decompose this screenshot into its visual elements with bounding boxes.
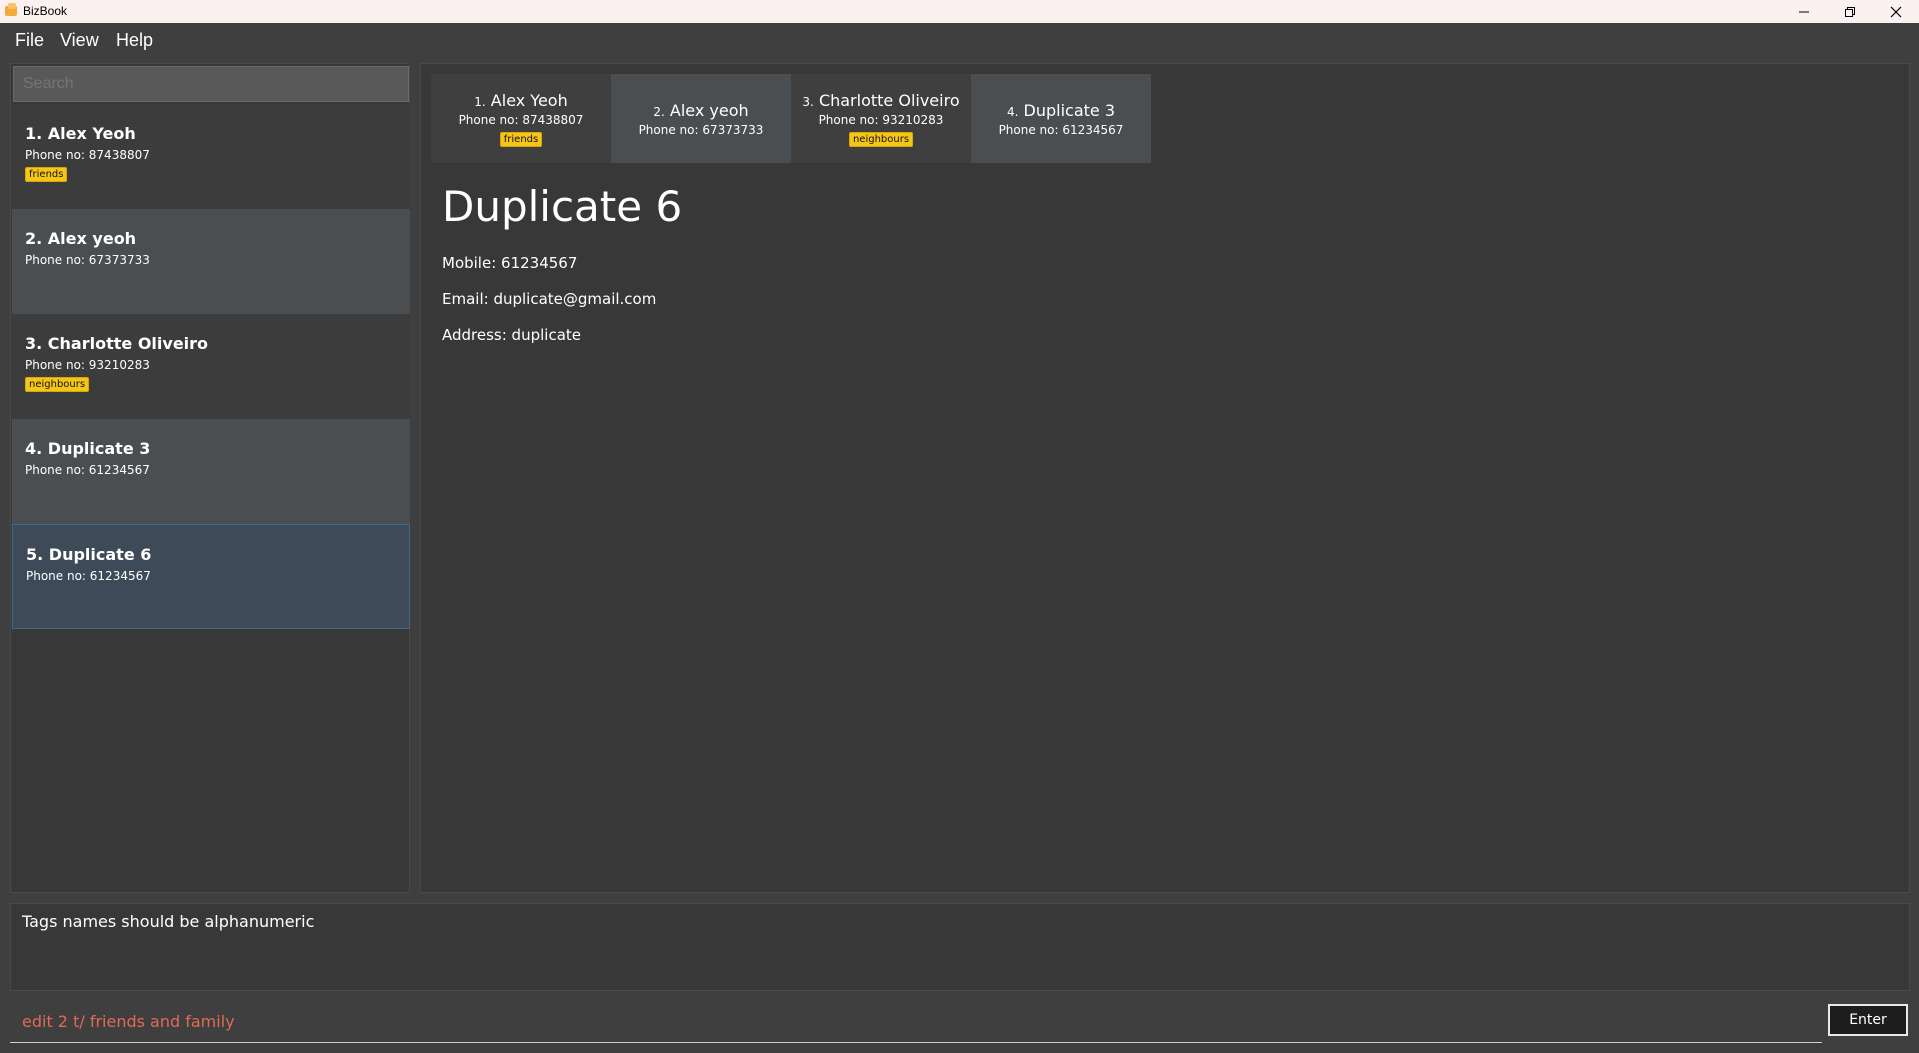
list-item[interactable]: 2. Alex yeoh Phone no: 67373733 — [12, 209, 410, 314]
tab-name: 2. Alex yeoh — [653, 101, 749, 120]
tag-badge: neighbours — [848, 132, 914, 147]
tab-phone: Phone no: 61234567 — [998, 123, 1124, 137]
detail-address: Address: duplicate — [442, 326, 581, 344]
card-phone: Phone no: 61234567 — [25, 463, 150, 477]
card-name: 2. Alex yeoh — [25, 229, 137, 248]
card-phone: Phone no: 93210283 — [25, 358, 150, 372]
tab-name: 4. Duplicate 3 — [1006, 101, 1116, 120]
card-name: 5. Duplicate 6 — [26, 545, 152, 564]
tab-phone: Phone no: 87438807 — [458, 113, 584, 127]
detail-name: Duplicate 6 — [442, 182, 683, 231]
tag-badge: neighbours — [25, 377, 90, 392]
detail-panel: 1. Alex Yeoh Phone no: 87438807 friends … — [420, 63, 1910, 893]
card-phone: Phone no: 61234567 — [26, 569, 151, 583]
title-bar: BizBook — [0, 0, 1919, 23]
list-item[interactable]: 4. Duplicate 3 Phone no: 61234567 — [12, 419, 410, 524]
menu-help[interactable]: Help — [116, 30, 153, 51]
person-list-panel: 1. Alex Yeoh Phone no: 87438807 friends … — [10, 63, 410, 893]
enter-button[interactable]: Enter — [1828, 1004, 1908, 1036]
tab-name: 3. Charlotte Oliveiro — [802, 91, 960, 110]
detail-email: Email: duplicate@gmail.com — [442, 290, 657, 308]
tab-person[interactable]: 3. Charlotte Oliveiro Phone no: 93210283… — [791, 74, 971, 163]
tab-person[interactable]: 2. Alex yeoh Phone no: 67373733 — [611, 74, 791, 163]
menu-view[interactable]: View — [60, 30, 99, 51]
result-display: Tags names should be alphanumeric — [10, 903, 1910, 991]
minimize-icon[interactable] — [1781, 0, 1827, 23]
tab-phone: Phone no: 67373733 — [638, 123, 764, 137]
list-item[interactable]: 3. Charlotte Oliveiro Phone no: 93210283… — [12, 314, 410, 419]
tab-phone: Phone no: 93210283 — [818, 113, 944, 127]
close-icon[interactable] — [1873, 0, 1919, 23]
window-title: BizBook — [23, 4, 68, 18]
card-name: 1. Alex Yeoh — [25, 124, 136, 143]
command-input[interactable] — [10, 1001, 1822, 1043]
tag-badge: friends — [499, 132, 543, 147]
tab-person[interactable]: 1. Alex Yeoh Phone no: 87438807 friends — [431, 74, 611, 163]
card-phone: Phone no: 87438807 — [25, 148, 150, 162]
tag-badge: friends — [25, 167, 68, 182]
app-logo-icon — [5, 3, 17, 16]
card-name: 4. Duplicate 3 — [25, 439, 151, 458]
menu-file[interactable]: File — [15, 30, 44, 51]
command-box: Enter — [10, 998, 1910, 1048]
card-name: 3. Charlotte Oliveiro — [25, 334, 209, 353]
tab-person[interactable]: 4. Duplicate 3 Phone no: 61234567 — [971, 74, 1151, 163]
tab-name: 1. Alex Yeoh — [474, 91, 568, 110]
menu-bar: File View Help — [0, 23, 1919, 59]
list-item[interactable]: 1. Alex Yeoh Phone no: 87438807 friends — [12, 104, 410, 209]
restore-icon[interactable] — [1827, 0, 1873, 23]
detail-mobile: Mobile: 61234567 — [442, 254, 578, 272]
search-input[interactable] — [13, 66, 409, 102]
list-item-selected[interactable]: 5. Duplicate 6 Phone no: 61234567 — [12, 524, 410, 629]
card-phone: Phone no: 67373733 — [25, 253, 150, 267]
